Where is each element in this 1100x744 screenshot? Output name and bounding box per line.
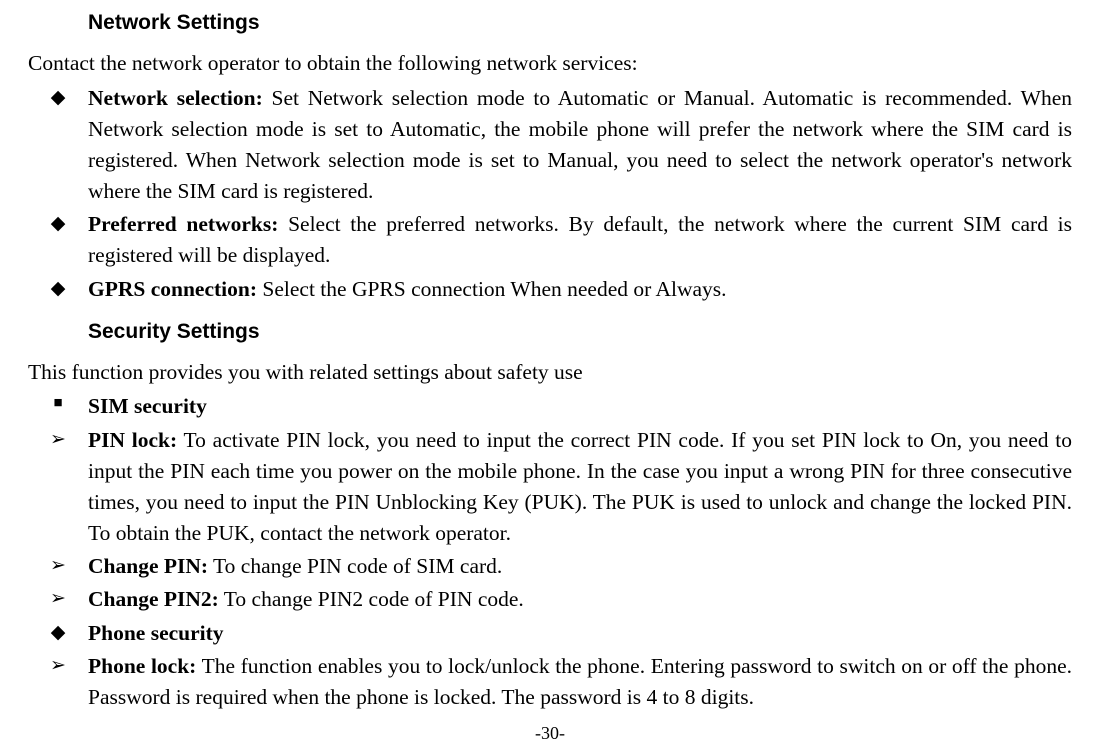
item-title: GPRS connection: <box>88 277 257 301</box>
list-item: ◆ Network selection: Set Network selecti… <box>28 83 1072 208</box>
intro-network: Contact the network operator to obtain t… <box>28 48 1072 79</box>
arrow-bullet-icon: ➢ <box>28 425 88 455</box>
diamond-bullet-icon: ◆ <box>28 83 88 113</box>
diamond-bullet-icon: ◆ <box>28 209 88 239</box>
arrow-bullet-icon: ➢ <box>28 651 88 681</box>
list-item: ➢ Phone lock: The function enables you t… <box>28 651 1072 713</box>
heading-security: Security Settings <box>88 317 1072 347</box>
item-title: Phone security <box>88 621 224 645</box>
arrow-bullet-icon: ➢ <box>28 584 88 614</box>
list-item: ◆ Preferred networks: Select the preferr… <box>28 209 1072 271</box>
item-text: To change PIN code of SIM card. <box>208 554 502 578</box>
page-number: -30- <box>0 723 1100 744</box>
network-list: ◆ Network selection: Set Network selecti… <box>28 83 1072 305</box>
item-title: PIN lock: <box>88 428 177 452</box>
item-text: To change PIN2 code of PIN code. <box>219 587 524 611</box>
list-item: ■ SIM security <box>28 391 1072 422</box>
item-title: Network selection: <box>88 86 263 110</box>
item-text: Select the GPRS connection When needed o… <box>257 277 727 301</box>
square-bullet-icon: ■ <box>28 391 88 415</box>
heading-network: Network Settings <box>88 8 1072 38</box>
item-title: Change PIN: <box>88 554 208 578</box>
item-text: The function enables you to lock/unlock … <box>88 654 1072 709</box>
diamond-bullet-icon: ◆ <box>28 274 88 304</box>
item-title: Phone lock: <box>88 654 196 678</box>
arrow-bullet-icon: ➢ <box>28 551 88 581</box>
item-title: Preferred networks: <box>88 212 278 236</box>
intro-security: This function provides you with related … <box>28 357 1072 388</box>
list-item: ➢ Change PIN: To change PIN code of SIM … <box>28 551 1072 582</box>
item-title: Change PIN2: <box>88 587 219 611</box>
list-item: ◆ Phone security <box>28 618 1072 649</box>
list-item: ◆ GPRS connection: Select the GPRS conne… <box>28 274 1072 305</box>
list-item: ➢ Change PIN2: To change PIN2 code of PI… <box>28 584 1072 615</box>
diamond-bullet-icon: ◆ <box>28 618 88 648</box>
security-list: ■ SIM security ➢ PIN lock: To activate P… <box>28 391 1072 713</box>
item-title: SIM security <box>88 394 207 418</box>
list-item: ➢ PIN lock: To activate PIN lock, you ne… <box>28 425 1072 550</box>
item-text: To activate PIN lock, you need to input … <box>88 428 1072 546</box>
